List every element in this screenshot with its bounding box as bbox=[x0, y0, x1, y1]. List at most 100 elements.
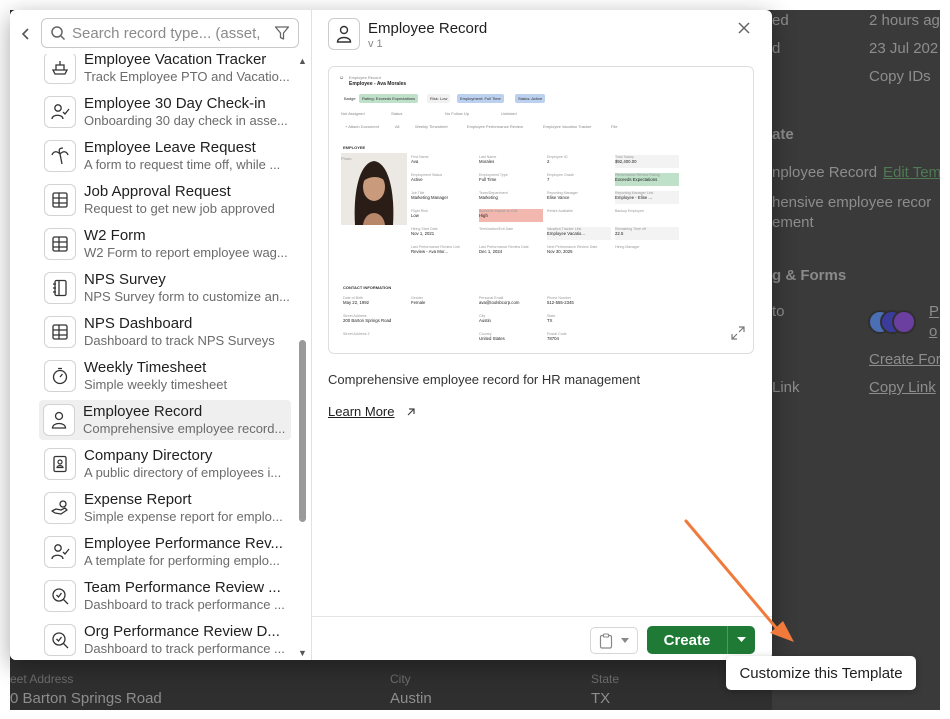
preview-record-icon: ☺ bbox=[339, 75, 345, 81]
scrollbar[interactable]: ▲ ▼ bbox=[298, 54, 308, 660]
template-list-item[interactable]: Weekly Timesheet Simple weekly timesheet bbox=[40, 356, 290, 396]
preview-contact-field: Phone Number 512-555-2345 bbox=[547, 296, 611, 309]
preview-field-value: Nov 1, 2021 bbox=[411, 231, 435, 236]
preview-tab: + Attach Document bbox=[345, 124, 379, 129]
template-description: Request to get new job approved bbox=[84, 201, 275, 216]
search-input[interactable] bbox=[72, 24, 262, 42]
bg-street-value: 0 Barton Springs Road bbox=[10, 690, 162, 707]
template-list-item[interactable]: Expense Report Simple expense report for … bbox=[40, 488, 290, 528]
user-icon bbox=[43, 404, 75, 436]
template-description: Dashboard to track NPS Surveys bbox=[84, 333, 275, 348]
preview-field-value: United States bbox=[479, 336, 505, 341]
template-name: NPS Dashboard bbox=[84, 315, 193, 332]
bg-created-date: 23 Jul 202 bbox=[869, 40, 939, 57]
preview-photo-label: Photo bbox=[341, 156, 352, 161]
create-button[interactable]: Create bbox=[647, 626, 727, 654]
template-list-item[interactable]: Org Performance Review D... Dashboard to … bbox=[40, 620, 290, 660]
template-list-item[interactable]: Job Approval Request Request to get new j… bbox=[40, 180, 290, 220]
preview-title: Employee - Ava Morales bbox=[349, 81, 407, 87]
template-name: Employee Record bbox=[83, 403, 203, 420]
template-text: Company Directory A public directory of e… bbox=[84, 447, 290, 481]
timer-icon bbox=[44, 360, 76, 392]
preview-field-value: Employee - Elise ... bbox=[615, 195, 653, 200]
preview-field: Employment Type Full Time bbox=[479, 173, 543, 186]
preview-tab: Employee Vacation Tracker bbox=[543, 124, 592, 129]
preview-contact-field: Date of Birth May 22, 1992 bbox=[343, 296, 407, 309]
template-description: Onboarding 30 day check in asse... bbox=[84, 113, 288, 128]
template-text: Expense Report Simple expense report for … bbox=[84, 491, 290, 525]
template-description: A template for performing emplo... bbox=[84, 553, 280, 568]
template-list-item[interactable]: Employee Leave Request A form to request … bbox=[40, 136, 290, 176]
preview-field-label: Rehire Available bbox=[547, 209, 573, 213]
preview-tab: Weekly Timesheet bbox=[415, 124, 448, 129]
preview-tag: Employment: Full Time bbox=[457, 94, 504, 103]
template-list-item[interactable]: Company Directory A public directory of e… bbox=[40, 444, 290, 484]
filter-icon[interactable] bbox=[274, 25, 290, 41]
close-button[interactable] bbox=[738, 18, 750, 39]
preview-field: Hiring Start Date Nov 1, 2021 bbox=[411, 227, 475, 240]
scroll-up-arrow-icon[interactable]: ▲ bbox=[298, 56, 307, 66]
learn-more-label: Learn More bbox=[328, 404, 395, 419]
template-name: Employee Performance Rev... bbox=[84, 535, 283, 552]
preview-meta-item: Not Assigned bbox=[341, 111, 365, 116]
preview-field: Reporting Manager Elise Vance bbox=[547, 191, 611, 204]
template-list-item[interactable]: W2 Form W2 Form to report employee wag... bbox=[40, 224, 290, 264]
learn-more-link[interactable]: Learn More bbox=[328, 404, 416, 419]
bg-fragment: d bbox=[772, 40, 781, 57]
template-name: W2 Form bbox=[84, 227, 146, 244]
clipboard-button[interactable] bbox=[590, 627, 638, 654]
preview-field-value: High bbox=[479, 213, 488, 218]
search-check-icon bbox=[44, 580, 76, 612]
template-text: Job Approval Request Request to get new j… bbox=[84, 183, 290, 217]
template-name: Team Performance Review ... bbox=[84, 579, 281, 596]
preview-contact-field bbox=[411, 314, 475, 327]
preview-field-value: Female bbox=[411, 300, 426, 305]
expand-icon[interactable] bbox=[731, 326, 745, 345]
user-check-icon bbox=[44, 536, 76, 568]
preview-field-value: Low bbox=[411, 213, 419, 218]
template-text: Employee Vacation Tracker Track Employee … bbox=[84, 54, 290, 85]
scrollbar-thumb[interactable] bbox=[299, 340, 306, 522]
bg-street-label: eet Address bbox=[10, 672, 74, 686]
template-description: Comprehensive employee record... bbox=[83, 421, 286, 436]
preview-field: Last Performance Review Date Dec 1, 2024 bbox=[479, 245, 543, 258]
template-name: Org Performance Review D... bbox=[84, 623, 280, 640]
table-grid-icon bbox=[44, 316, 76, 348]
customize-template-tooltip: Customize this Template bbox=[726, 656, 916, 690]
user-check-icon bbox=[44, 96, 76, 128]
template-list-item[interactable]: Team Performance Review ... Dashboard to … bbox=[40, 576, 290, 616]
preview-field-value: Active bbox=[411, 177, 423, 182]
notebook-icon bbox=[44, 272, 76, 304]
template-text: NPS Survey NPS Survey form to customize a… bbox=[84, 271, 290, 305]
bg-copy-ids: Copy IDs bbox=[869, 68, 931, 85]
preview-field-value: Exceeds Expectations bbox=[615, 177, 658, 182]
detail-version: v 1 bbox=[368, 38, 383, 50]
template-name: NPS Survey bbox=[84, 271, 166, 288]
template-text: Employee Leave Request A form to request … bbox=[84, 139, 290, 173]
template-text: Employee Performance Rev... A template fo… bbox=[84, 535, 290, 569]
bg-modified-time: 2 hours ag bbox=[869, 12, 940, 29]
bg-edit-template-link: Edit Tem bbox=[883, 164, 940, 181]
back-button[interactable] bbox=[16, 24, 36, 44]
preview-field: Total Salary $92,400.00 bbox=[615, 155, 679, 168]
scroll-down-arrow-icon[interactable]: ▼ bbox=[298, 648, 307, 658]
preview-field: Termination/Exit Date bbox=[479, 227, 543, 240]
detail-description: Comprehensive employee record for HR man… bbox=[328, 372, 641, 387]
preview-field-value: Ava bbox=[411, 159, 419, 164]
employee-photo bbox=[341, 153, 407, 225]
template-list-item[interactable]: Employee 30 Day Check-in Onboarding 30 da… bbox=[40, 92, 290, 132]
create-options-button[interactable] bbox=[727, 626, 755, 654]
template-list-item[interactable]: NPS Survey NPS Survey form to customize a… bbox=[40, 268, 290, 308]
table-grid-icon bbox=[44, 228, 76, 260]
template-list-item[interactable]: NPS Dashboard Dashboard to track NPS Surv… bbox=[40, 312, 290, 352]
template-list-item[interactable]: Employee Vacation Tracker Track Employee … bbox=[40, 54, 290, 88]
contact-book-icon bbox=[44, 448, 76, 480]
search-box[interactable] bbox=[41, 18, 299, 48]
preview-field-value: Elise Vance bbox=[547, 195, 570, 200]
template-list-item[interactable]: Employee Record Comprehensive employee re… bbox=[39, 400, 291, 440]
template-name: Weekly Timesheet bbox=[84, 359, 207, 376]
avatar bbox=[892, 310, 916, 334]
template-list-item[interactable]: Employee Performance Rev... A template fo… bbox=[40, 532, 290, 572]
bg-owner-link-2: o bbox=[929, 323, 938, 340]
template-text: Team Performance Review ... Dashboard to … bbox=[84, 579, 290, 613]
